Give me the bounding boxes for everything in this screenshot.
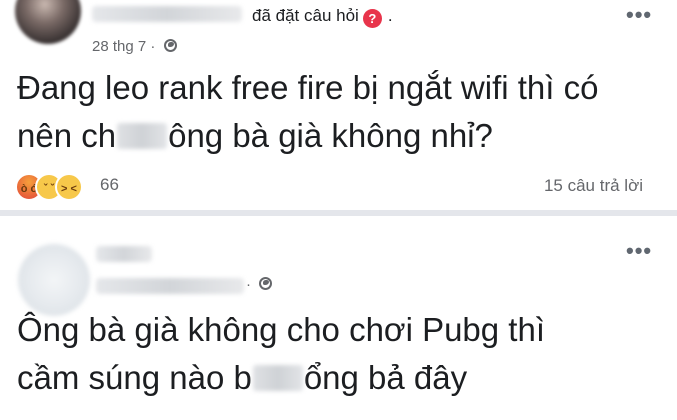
reaction-count[interactable]: 66 (100, 175, 119, 195)
meta-separator: · (150, 38, 156, 55)
post-body-line-1: Đang leo rank free fire bị ngắt wifi thì… (17, 69, 599, 106)
censored-word (252, 365, 303, 391)
public-globe-icon (163, 39, 177, 52)
author-name-redacted[interactable] (92, 6, 242, 22)
answer-post: · ••• Ông bà già không cho chơi Pubg thì… (0, 218, 677, 420)
post-meta: · (246, 276, 273, 293)
author-avatar[interactable] (15, 0, 81, 44)
haha-reaction-icon: > < (55, 173, 83, 201)
post-body-line-2: nên ch ông bà già không nhỉ? (17, 112, 598, 160)
more-options-button[interactable]: ••• (626, 4, 652, 26)
post-date[interactable]: 28 thg 7 (92, 38, 146, 55)
post-body-line-1: Ông bà già không cho chơi Pubg thì (17, 311, 545, 348)
meta-separator: · (246, 276, 251, 293)
censored-word (117, 123, 168, 149)
header-action-text: đã đặt câu hỏi (252, 6, 359, 25)
post-meta-redacted (96, 278, 244, 294)
public-globe-icon (259, 277, 273, 290)
question-badge-icon: ? (362, 9, 382, 28)
body-line-2-end: ổng bả đây (303, 359, 468, 396)
body-line-2-end: ông bà già không nhỉ? (168, 117, 493, 154)
post-meta: 28 thg 7 · (92, 38, 177, 55)
body-line-2-start: nên ch (17, 117, 117, 154)
post-body-line-2: cầm súng nào b ổng bả đây (17, 354, 545, 402)
header-dot: . (387, 6, 393, 25)
body-line-2-start: cầm súng nào b (17, 359, 252, 396)
author-name-redacted[interactable] (96, 246, 152, 262)
question-post: đã đặt câu hỏi?. 28 thg 7 · ••• Đang leo… (0, 0, 677, 212)
post-header: đã đặt câu hỏi?. (252, 6, 393, 28)
post-body: Ông bà già không cho chơi Pubg thì cầm s… (17, 306, 545, 402)
more-options-button[interactable]: ••• (626, 240, 652, 262)
post-divider (0, 210, 677, 216)
post-body: Đang leo rank free fire bị ngắt wifi thì… (17, 64, 598, 160)
answers-count-link[interactable]: 15 câu trả lời (544, 176, 643, 196)
